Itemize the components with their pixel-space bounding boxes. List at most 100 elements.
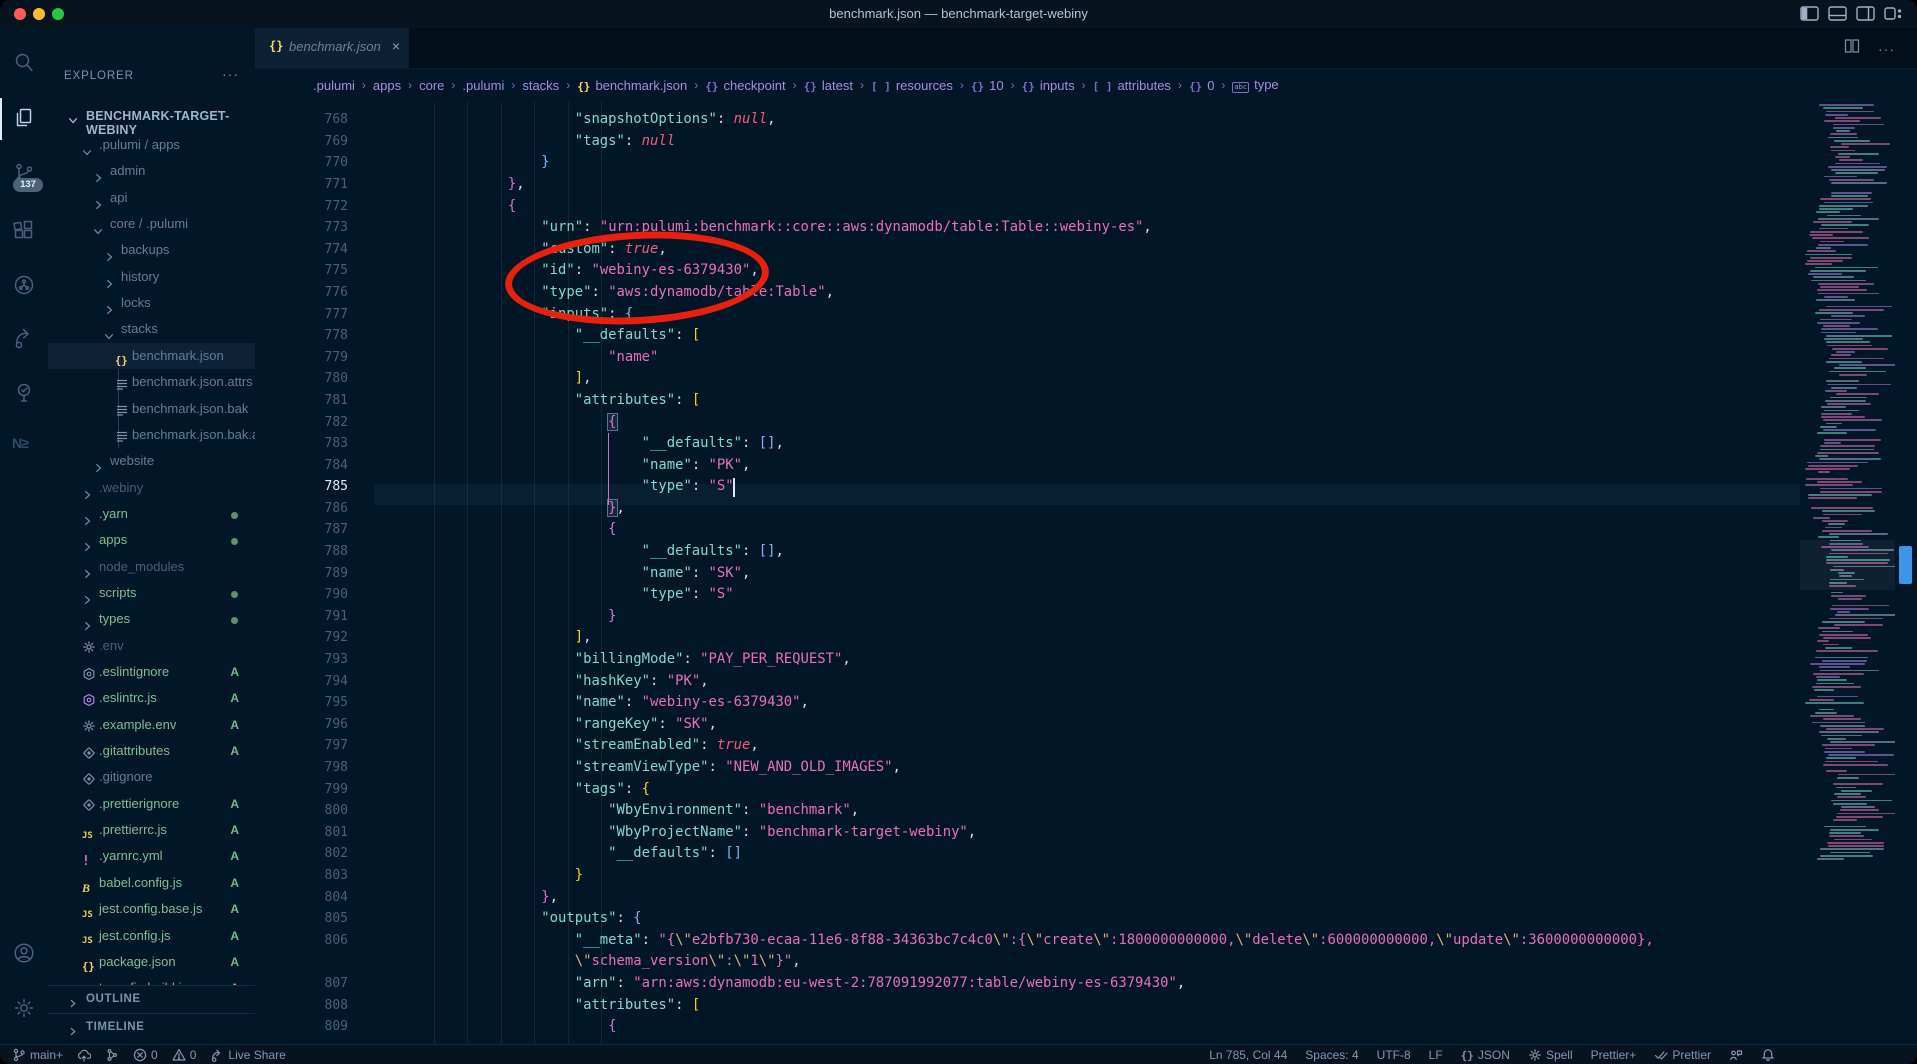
close-tab-icon[interactable]: ×	[392, 38, 400, 54]
item-label: stacks	[121, 316, 158, 342]
minimap-line	[1807, 260, 1843, 262]
explorer-actions-button[interactable]: ···	[222, 66, 239, 82]
minimap-line	[1838, 774, 1895, 776]
minimap-slider[interactable]	[1800, 540, 1895, 590]
file-item-package.json[interactable]: {}package.jsonA	[48, 949, 255, 975]
file-item-.prettierrc.js[interactable]: JS.prettierrc.jsA	[48, 817, 255, 843]
breadcrumb-separator: ›	[511, 78, 515, 92]
breadcrumb-item-.pulumi[interactable]: .pulumi	[313, 78, 355, 93]
code-editor[interactable]: 768 "snapshotOptions": null,769 "tags": …	[255, 102, 1800, 1044]
breadcrumb-item-checkpoint[interactable]: {}checkpoint	[705, 78, 785, 93]
breadcrumb-item-inputs[interactable]: {}inputs	[1022, 78, 1075, 93]
breadcrumb-item-10[interactable]: {}10	[971, 78, 1004, 93]
status-item-layers[interactable]	[105, 1048, 119, 1062]
folder-item-admin[interactable]: admin	[48, 158, 255, 184]
status-item-live-share[interactable]: Live Share	[210, 1048, 285, 1062]
status-item-cloud-upload[interactable]	[77, 1048, 91, 1062]
status-item-lf[interactable]: LF	[1429, 1048, 1443, 1062]
status-item-feedback[interactable]	[1729, 1048, 1743, 1062]
minimap-line	[1815, 267, 1878, 269]
folder-item-website[interactable]: website	[48, 448, 255, 474]
folder-item-history[interactable]: history	[48, 264, 255, 290]
folder-item-api[interactable]: api	[48, 185, 255, 211]
file-item-.eslintignore[interactable]: .eslintignoreA	[48, 659, 255, 685]
folder-item-.webiny[interactable]: .webiny	[48, 475, 255, 501]
files-icon[interactable]	[12, 106, 36, 130]
live-share-icon[interactable]	[12, 326, 36, 350]
breadcrumb-item-resources[interactable]: [ ]resources	[871, 78, 953, 93]
more-actions-icon[interactable]: ···	[1878, 41, 1895, 57]
minimap-line	[1808, 497, 1858, 499]
minimap[interactable]	[1800, 102, 1895, 868]
folder-item-stacks[interactable]: stacks	[48, 316, 255, 342]
breadcrumb-item-apps[interactable]: apps	[373, 78, 401, 93]
breadcrumb-item-core[interactable]: core	[419, 78, 444, 93]
extensions-icon[interactable]	[12, 218, 36, 242]
file-item-.eslintrc.js[interactable]: .eslintrc.jsA	[48, 685, 255, 711]
breadcrumb-item-attributes[interactable]: [ ]attributes	[1093, 78, 1171, 93]
folder-item-node-modules[interactable]: node_modules	[48, 554, 255, 580]
file-item-.env[interactable]: .env	[48, 633, 255, 659]
file-item-benchmark.json.bak[interactable]: benchmark.json.bak	[48, 396, 255, 422]
breadcrumb-item-0[interactable]: {}0	[1189, 78, 1214, 93]
folder-item-backups[interactable]: backups	[48, 237, 255, 263]
folder-item-apps[interactable]: apps	[48, 527, 255, 553]
breadcrumb-item-latest[interactable]: {}latest	[804, 78, 853, 93]
file-item-.gitignore[interactable]: .gitignore	[48, 764, 255, 790]
tree-root-folder[interactable]: BENCHMARK-TARGET-WEBINY	[48, 104, 255, 130]
tab-benchmark-json[interactable]: {} benchmark.json ×	[255, 28, 409, 68]
status-item-0[interactable]: 0	[172, 1048, 197, 1062]
file-item-benchmark.json.bak.attrs[interactable]: benchmark.json.bak.attrs	[48, 422, 255, 448]
breadcrumb-item-benchmark.json[interactable]: {}benchmark.json	[577, 78, 687, 93]
timeline-section-header[interactable]: TIMELINE	[48, 1013, 255, 1042]
minimap-line	[1821, 328, 1877, 330]
folder-item-locks[interactable]: locks	[48, 290, 255, 316]
file-item-.gitattributes[interactable]: .gitattributesA	[48, 738, 255, 764]
breadcrumb-item-.pulumi[interactable]: .pulumi	[462, 78, 504, 93]
toggle-panel-icon[interactable]	[1828, 6, 1847, 21]
outline-section-header[interactable]: OUTLINE	[48, 985, 255, 1014]
folder-item-core-.pulumi[interactable]: core / .pulumi	[48, 211, 255, 237]
file-item-.prettierignore[interactable]: .prettierignoreA	[48, 791, 255, 817]
folder-item-types[interactable]: types	[48, 606, 255, 632]
breadcrumb-item-type[interactable]: abctype	[1232, 77, 1278, 93]
scrollbar-thumb[interactable]	[1899, 546, 1912, 584]
breadcrumb[interactable]: .pulumi›apps›core›.pulumi›stacks›{}bench…	[313, 68, 1279, 102]
folder-item-scripts[interactable]: scripts	[48, 580, 255, 606]
status-item-main+[interactable]: main+	[12, 1048, 63, 1062]
status-item-prettier[interactable]: Prettier	[1654, 1048, 1711, 1062]
testing-icon[interactable]	[12, 381, 36, 405]
minimap-line	[1833, 819, 1857, 821]
status-item-utf-8[interactable]: UTF-8	[1377, 1048, 1411, 1062]
code-line-780: 780 ],	[255, 368, 1800, 390]
search-icon[interactable]	[12, 51, 36, 75]
file-item-babel.config.js[interactable]: Bbabel.config.jsA	[48, 870, 255, 896]
minimap-line	[1823, 325, 1850, 327]
file-item-.example.env[interactable]: .example.envA	[48, 712, 255, 738]
file-item-benchmark.json[interactable]: {}benchmark.json	[48, 343, 255, 369]
settings-gear-icon[interactable]	[12, 996, 36, 1020]
folder-item-.yarn[interactable]: .yarn	[48, 501, 255, 527]
file-item-.yarnrc.yml[interactable]: !.yarnrc.ymlA	[48, 843, 255, 869]
run-circle-icon[interactable]	[12, 273, 36, 297]
status-item-spell[interactable]: Spell	[1528, 1048, 1573, 1062]
status-item-spaces-4[interactable]: Spaces: 4	[1305, 1048, 1358, 1062]
item-label: backups	[121, 237, 169, 263]
split-editor-icon[interactable]	[1844, 38, 1860, 59]
breadcrumb-item-stacks[interactable]: stacks	[522, 78, 559, 93]
status-item-json[interactable]: {}JSON	[1461, 1048, 1510, 1062]
folder-item-.pulumi-apps[interactable]: .pulumi / apps	[48, 132, 255, 158]
file-item-jest.config.js[interactable]: JSjest.config.jsA	[48, 923, 255, 949]
status-item-prettier+[interactable]: Prettier+	[1591, 1048, 1637, 1062]
toggle-sidebar-icon[interactable]	[1800, 6, 1819, 21]
nx-icon[interactable]: N≥	[12, 435, 36, 459]
status-item-ln-785-col-44[interactable]: Ln 785, Col 44	[1209, 1048, 1287, 1062]
customize-layout-icon[interactable]	[1884, 6, 1903, 21]
line-number: 773	[255, 217, 348, 239]
status-item-bell[interactable]	[1761, 1048, 1775, 1062]
toggle-secondary-sidebar-icon[interactable]	[1856, 6, 1875, 21]
file-item-jest.config.base.js[interactable]: JSjest.config.base.jsA	[48, 896, 255, 922]
account-icon[interactable]	[12, 941, 36, 965]
status-item-0[interactable]: 0	[133, 1048, 158, 1062]
file-item-benchmark.json.attrs[interactable]: benchmark.json.attrs	[48, 369, 255, 395]
